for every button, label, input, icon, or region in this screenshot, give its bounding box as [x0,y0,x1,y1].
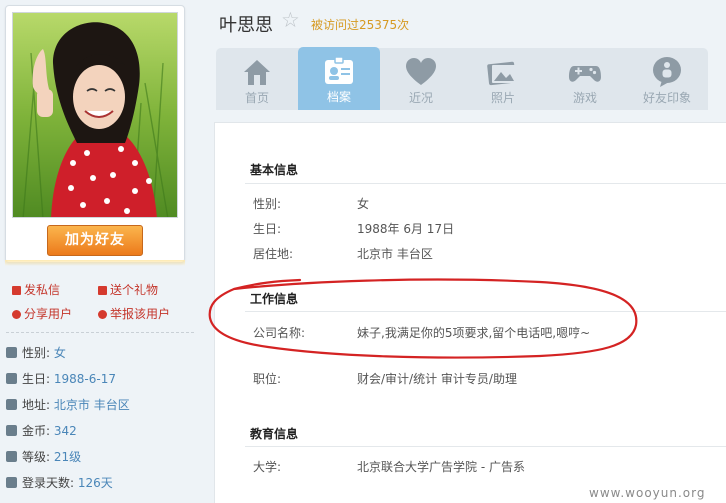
edu-info-heading: 教育信息 [250,427,299,441]
send-message-label: 发私信 [24,283,61,297]
basic-residence-label: 居住地: [253,247,294,261]
basic-gender-value: 女 [357,197,370,211]
send-gift-label: 送个礼物 [110,283,159,297]
send-message-link[interactable]: 发私信 [12,281,60,298]
star-icon[interactable]: ☆ [281,8,300,32]
heart-icon [12,310,21,319]
info-birthday-label: 生日: [22,372,51,386]
edu-university-value: 北京联合大学广告学院 - 广告系 [357,460,525,474]
level-icon [6,451,17,462]
home-icon [244,60,270,85]
add-friend-button[interactable]: 加为好友 [47,225,143,256]
profile-card-icon [325,56,353,84]
basic-residence-value: 北京市 丰台区 [357,247,433,261]
info-level-value: 21级 [53,450,82,464]
card-shadow [5,260,185,266]
info-gender: 性别: 女 [6,344,66,362]
info-gender-value: 女 [53,346,66,360]
left-sidebar: 加为好友 发私信 送个礼物 分享用户 举报该用户 性别: 女 生日: 1988-… [0,0,200,503]
info-birthday-value: 1988-6-17 [53,372,116,386]
work-position-label: 职位: [253,372,282,386]
tab-home[interactable]: 首页 [216,48,298,110]
profile-tabs: 首页 档案 近况 照片 游戏 好友印象 [216,47,708,110]
visit-count: 被访问过25375次 [311,18,410,32]
work-company-value: 妹子,我满足你的5项要求,留个电话吧,嗯哼~ [357,326,591,340]
home-small-icon [6,399,17,410]
gift-icon [98,286,107,295]
basic-info-heading: 基本信息 [250,163,299,177]
login-icon [6,477,17,488]
info-address: 地址: 北京市 丰台区 [6,396,130,414]
info-address-value: 北京市 丰台区 [53,398,130,412]
info-coins: 金币: 342 [6,422,77,440]
work-info-heading: 工作信息 [250,292,299,306]
avatar[interactable] [12,12,178,218]
tab-recent-label: 近况 [408,91,433,105]
tab-games[interactable]: 游戏 [544,48,626,110]
calendar-icon [6,373,17,384]
report-user-label: 举报该用户 [110,307,171,321]
info-login-days-label: 登录天数: [22,476,75,490]
gamepad-icon [569,66,601,82]
tab-profile-label: 档案 [326,90,351,104]
work-info-divider [245,311,726,312]
work-position-value: 财会/审计/统计 审计专员/助理 [357,372,517,386]
info-birthday: 生日: 1988-6-17 [6,370,116,388]
heart-icon [406,58,436,85]
divider [6,332,194,333]
info-level-label: 等级: [22,450,51,464]
tab-impressions-label: 好友印象 [642,91,691,105]
tab-recent[interactable]: 近况 [380,48,462,110]
share-user-link[interactable]: 分享用户 [12,305,72,322]
info-level: 等级: 21级 [6,448,81,466]
work-company-label: 公司名称: [253,326,306,340]
basic-gender-label: 性别: [253,197,282,211]
edu-info-divider [245,446,726,447]
photo-icon [487,61,516,86]
info-coins-label: 金币: [22,424,51,438]
tab-impressions[interactable]: 好友印象 [626,48,708,110]
tab-photos[interactable]: 照片 [462,48,544,110]
basic-info-divider [245,183,726,184]
watermark: www.wooyun.org [589,486,706,500]
tab-photos-label: 照片 [490,91,515,105]
profile-name: 叶思思 [219,15,273,36]
basic-birthday-label: 生日: [253,222,282,236]
mail-icon [12,286,21,295]
share-user-label: 分享用户 [24,307,73,321]
tab-home-label: 首页 [244,91,269,105]
coin-icon [6,425,17,436]
tab-profile[interactable]: 档案 [298,47,380,110]
edu-university-label: 大学: [253,460,282,474]
basic-birthday-value: 1988年 6月 17日 [357,222,455,236]
tab-games-label: 游戏 [572,91,597,105]
info-login-days: 登录天数: 126天 [6,474,113,492]
gender-icon [6,347,17,358]
report-icon [98,310,107,319]
info-login-days-value: 126天 [77,476,113,490]
avatar-card: 加为好友 [5,5,185,263]
info-coins-value: 342 [53,424,77,438]
report-user-link[interactable]: 举报该用户 [98,305,170,322]
profile-details-panel: 基本信息 性别: 女 生日: 1988年 6月 17日 居住地: 北京市 丰台区… [214,122,726,503]
impression-icon [653,57,681,87]
send-gift-link[interactable]: 送个礼物 [98,281,158,298]
info-address-label: 地址: [22,398,51,412]
info-gender-label: 性别: [22,346,51,360]
